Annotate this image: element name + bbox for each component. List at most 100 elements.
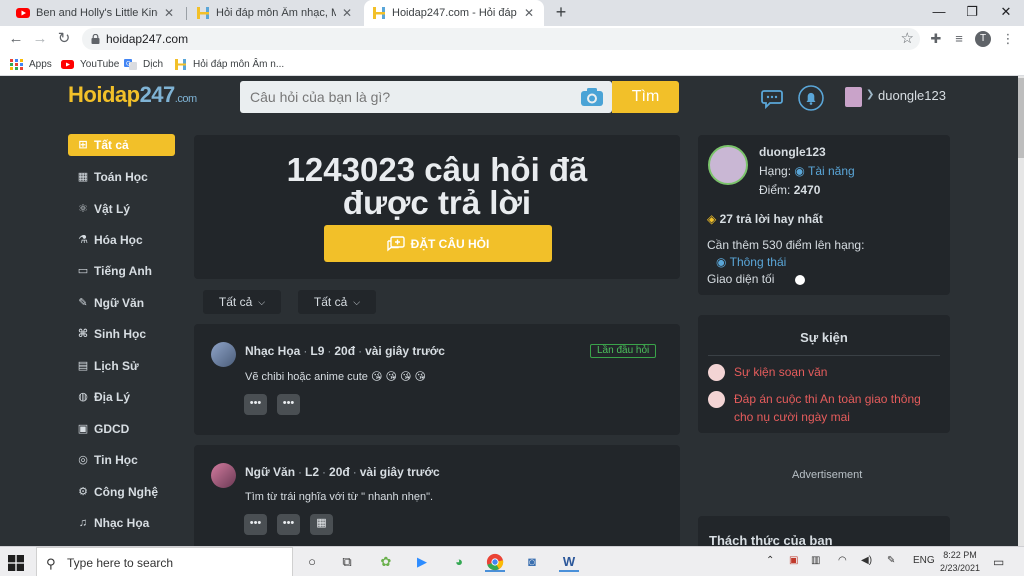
more-options-button[interactable]: ••• xyxy=(277,394,300,415)
bookmark-youtube[interactable]: YouTube xyxy=(61,56,119,72)
wifi-icon[interactable]: ◠ xyxy=(838,555,847,566)
minimize-icon[interactable]: — xyxy=(924,2,954,22)
more-options-button[interactable]: ••• xyxy=(277,514,300,535)
sidebar-item-label: Ngữ Văn xyxy=(94,296,145,310)
camera-app-icon[interactable]: ◙ xyxy=(522,552,542,572)
question-subject[interactable]: Ngữ Văn xyxy=(245,465,295,479)
close-icon[interactable]: ✕ xyxy=(522,6,536,20)
system-clock[interactable]: 8:22 PM 2/23/2021 xyxy=(934,549,986,575)
reading-list-icon[interactable]: ≡ xyxy=(949,29,969,49)
next-rank-text: Cần thêm 530 điểm lên hạng: xyxy=(707,238,865,252)
events-title: Sự kiện xyxy=(800,330,848,345)
chrome-icon[interactable] xyxy=(485,552,505,572)
browser-tab[interactable]: Ben and Holly's Little Kingdom | B ✕ xyxy=(8,0,184,26)
question-text[interactable]: Vẽ chibi hoặc anime cute 😘 😘 😘 😘 xyxy=(245,370,426,383)
sidebar-item-civics[interactable]: ▣ GDCD xyxy=(68,418,175,440)
browser-tab[interactable]: Hỏi đáp môn Âm nhạc, Mỹ thuật ✕ xyxy=(188,0,362,26)
profile-avatar[interactable]: T xyxy=(975,31,991,47)
close-window-icon[interactable]: ✕ xyxy=(991,2,1021,22)
forward-icon[interactable]: → xyxy=(30,29,50,49)
cortana-icon[interactable]: ○ xyxy=(302,552,322,572)
close-icon[interactable]: ✕ xyxy=(340,6,354,20)
scrollbar-thumb[interactable] xyxy=(1018,78,1024,158)
sidebar-item-informatics[interactable]: ◎ Tin Học xyxy=(68,449,175,471)
question-subject[interactable]: Nhạc Họa xyxy=(245,344,300,358)
page-scrollbar[interactable] xyxy=(1018,76,1024,546)
windows-start-icon[interactable] xyxy=(8,555,24,571)
chevron-up-icon[interactable]: ⌃ xyxy=(766,555,774,566)
user-avatar[interactable] xyxy=(845,87,862,107)
tray-network-app-icon[interactable]: ▥ xyxy=(811,555,820,566)
star-icon[interactable]: ☆ xyxy=(901,29,914,47)
pen-tray-icon[interactable]: ✎ xyxy=(887,555,895,566)
bookmark-translate[interactable]: G Dịch xyxy=(124,56,163,72)
bookmark-hoidap[interactable]: Hỏi đáp môn Âm n... xyxy=(174,56,284,72)
sidebar-item-physics[interactable]: ⚛ Vật Lý xyxy=(68,198,175,220)
taskbar-search[interactable]: ⚲ Type here to search xyxy=(36,547,293,576)
app-icon-green[interactable]: ✿ xyxy=(376,552,396,572)
avatar[interactable] xyxy=(211,342,236,367)
site-logo[interactable]: Hoidap247.com xyxy=(68,82,197,108)
filter-dropdown-grade[interactable]: Tất cả ⌵ xyxy=(298,290,376,314)
sidebar-item-english[interactable]: ▭ Tiếng Anh xyxy=(68,260,175,282)
search-input[interactable] xyxy=(250,88,570,106)
address-bar[interactable]: hoidap247.com ☆ xyxy=(82,28,920,50)
language-indicator[interactable]: ENG xyxy=(913,555,935,566)
extensions-icon[interactable]: ✚ xyxy=(926,29,946,49)
camera-icon[interactable] xyxy=(580,86,604,108)
back-icon[interactable]: ← xyxy=(6,29,26,49)
atom-icon: ⚛ xyxy=(78,203,88,215)
question-card[interactable]: Nhạc Họa · L9 · 20đ · vài giây trước Lần đầu h… xyxy=(194,324,680,435)
sidebar-item-math[interactable]: ▦ Toán Học xyxy=(68,166,175,188)
scroll-icon: ▤ xyxy=(77,360,89,372)
english-icon: ▭ xyxy=(77,265,89,277)
taskbar-search-placeholder: Type here to search xyxy=(67,556,174,570)
question-text[interactable]: Tìm từ trái nghĩa với từ " nhanh nhẹn". xyxy=(245,491,433,503)
task-view-icon[interactable]: ⧉ xyxy=(337,552,357,572)
sidebar-item-geography[interactable]: ◍ Địa Lý xyxy=(68,386,175,408)
dark-mode-toggle[interactable] xyxy=(784,274,806,286)
sidebar-item-biology[interactable]: ⌘ Sinh Học xyxy=(68,323,175,345)
sidebar-item-history[interactable]: ▤ Lịch Sử xyxy=(68,355,175,377)
sidebar-item-music-art[interactable]: ♫ Nhạc Họa xyxy=(68,512,175,534)
word-icon[interactable]: W xyxy=(559,552,579,572)
sidebar-item-literature[interactable]: ✎ Ngữ Văn xyxy=(68,292,175,314)
clock-date: 2/23/2021 xyxy=(939,563,981,573)
apps-grid-icon xyxy=(10,58,23,70)
chevron-down-icon[interactable]: ❯ xyxy=(866,89,874,100)
more-options-button[interactable]: ••• xyxy=(244,394,267,415)
browser-tab-active[interactable]: Hoidap247.com - Hỏi đáp bài tập ✕ xyxy=(364,0,544,26)
avatar[interactable] xyxy=(211,463,236,488)
filter-label: Tất cả xyxy=(218,295,253,309)
ask-question-icon xyxy=(386,235,405,251)
notifications-icon[interactable]: ▭ xyxy=(993,555,1004,569)
event-link[interactable]: Sự kiện soạn văn xyxy=(734,363,827,381)
more-options-button[interactable]: ••• xyxy=(244,514,267,535)
tray-app-icon[interactable]: ▣ xyxy=(789,555,798,566)
header-username[interactable]: duongle123 xyxy=(878,88,946,103)
question-card[interactable]: Ngữ Văn · L2 · 20đ · vài giây trước Tìm từ trá… xyxy=(194,445,680,546)
event-link[interactable]: Đáp án cuộc thi An toàn giao thông cho n… xyxy=(734,390,921,426)
ask-question-button[interactable]: ĐẶT CÂU HỎI xyxy=(324,225,552,262)
menu-icon[interactable]: ⋮ xyxy=(998,29,1018,49)
profile-points: Điểm: 2470 xyxy=(759,183,820,197)
bookmark-apps[interactable]: Apps xyxy=(10,56,52,72)
attachment-thumbnail[interactable]: ▦ xyxy=(310,514,333,535)
sidebar-item-all[interactable]: ⊞ Tất cả xyxy=(68,134,175,156)
app-icon-multicolor[interactable]: ◕ xyxy=(449,552,469,572)
reload-icon[interactable]: ↻ xyxy=(54,29,74,49)
search-button[interactable]: Tìm xyxy=(612,81,679,113)
sidebar-item-technology[interactable]: ⚙ Công Nghệ xyxy=(68,481,175,503)
zoom-icon[interactable]: ▶ xyxy=(412,552,432,572)
bell-icon[interactable] xyxy=(798,85,824,111)
chat-icon[interactable] xyxy=(759,85,785,111)
filter-dropdown-subject[interactable]: Tất cả ⌵ xyxy=(203,290,281,314)
search-box xyxy=(240,81,612,113)
close-icon[interactable]: ✕ xyxy=(162,6,176,20)
profile-name[interactable]: duongle123 xyxy=(759,145,826,159)
volume-icon[interactable]: ◀) xyxy=(861,555,872,566)
sidebar-item-chemistry[interactable]: ⚗ Hóa Học xyxy=(68,229,175,251)
new-tab-button[interactable]: + xyxy=(552,3,570,22)
profile-avatar-large[interactable] xyxy=(708,145,748,185)
restore-icon[interactable]: ❐ xyxy=(957,2,987,22)
